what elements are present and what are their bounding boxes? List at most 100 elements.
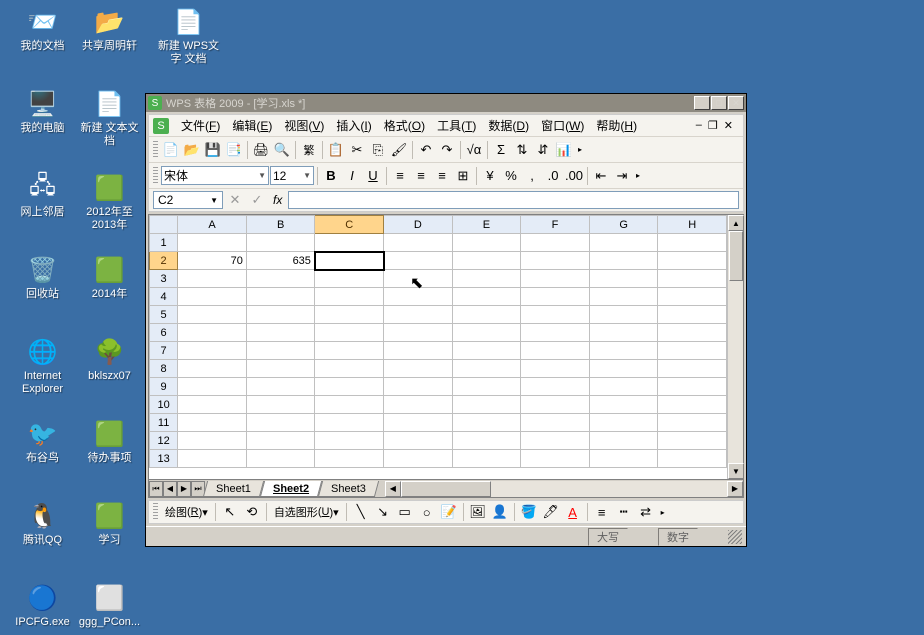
cell-A5[interactable] (178, 306, 247, 324)
cancel-formula-icon[interactable]: ✕ (225, 190, 245, 210)
cell-H13[interactable] (658, 450, 727, 468)
align-left-icon[interactable]: ≡ (390, 166, 410, 186)
col-header-H[interactable]: H (658, 216, 727, 234)
cell-H8[interactable] (658, 360, 727, 378)
cell-A8[interactable] (178, 360, 247, 378)
increase-decimal-icon[interactable]: .0 (543, 166, 563, 186)
cell-B3[interactable] (246, 270, 315, 288)
cell-A3[interactable] (178, 270, 247, 288)
cell-H5[interactable] (658, 306, 727, 324)
cell-E6[interactable] (452, 324, 521, 342)
tab-next-button[interactable]: ▶ (177, 481, 191, 497)
desktop-icon-15[interactable]: 🔵 IPCFG.exe (10, 582, 75, 629)
desktop-icon-10[interactable]: 🌳 bklszx07 (77, 336, 142, 383)
formula-icon[interactable]: √α (464, 140, 484, 160)
col-header-G[interactable]: G (589, 216, 658, 234)
desktop-icon-3[interactable]: 🖥️ 我的电脑 (10, 88, 75, 135)
row-header-10[interactable]: 10 (150, 396, 178, 414)
row-header-9[interactable]: 9 (150, 378, 178, 396)
cell-A1[interactable] (178, 234, 247, 252)
cell-A13[interactable] (178, 450, 247, 468)
select-objects-icon[interactable]: ↖ (220, 502, 240, 522)
autosum-icon[interactable]: Σ (491, 140, 511, 160)
resize-grip[interactable] (728, 530, 742, 544)
cell-E1[interactable] (452, 234, 521, 252)
new-icon[interactable]: 📄 (161, 140, 181, 160)
line-icon[interactable]: ╲ (351, 502, 371, 522)
menu-e[interactable]: 编辑(E) (226, 115, 278, 136)
cell-D11[interactable] (384, 414, 453, 432)
cell-H3[interactable] (658, 270, 727, 288)
desktop-icon-0[interactable]: 📨 我的文档 (10, 6, 75, 53)
font-color-icon[interactable]: A (563, 502, 583, 522)
line-style-icon[interactable]: ≡ (592, 502, 612, 522)
col-header-E[interactable]: E (452, 216, 521, 234)
textbox-icon[interactable]: 📝 (439, 502, 459, 522)
cell-G8[interactable] (589, 360, 658, 378)
desktop-icon-6[interactable]: 🟩 2012年至2013年 (77, 172, 142, 232)
cell-F12[interactable] (521, 432, 590, 450)
draw-menu-button[interactable]: 绘图(R)▾ (162, 502, 211, 522)
print-preview-icon[interactable]: 🔍 (272, 140, 292, 160)
arrow-style-icon[interactable]: ⇄ (636, 502, 656, 522)
cell-D7[interactable] (384, 342, 453, 360)
cell-G11[interactable] (589, 414, 658, 432)
bold-icon[interactable]: B (321, 166, 341, 186)
hscroll-thumb[interactable] (401, 481, 491, 497)
cell-H7[interactable] (658, 342, 727, 360)
cell-A9[interactable] (178, 378, 247, 396)
desktop-icon-7[interactable]: 🗑️ 回收站 (10, 254, 75, 301)
cell-H11[interactable] (658, 414, 727, 432)
cell-D10[interactable] (384, 396, 453, 414)
desktop-icon-14[interactable]: 🟩 学习 (77, 500, 142, 547)
cell-G9[interactable] (589, 378, 658, 396)
cell-G10[interactable] (589, 396, 658, 414)
cell-D5[interactable] (384, 306, 453, 324)
cell-H1[interactable] (658, 234, 727, 252)
row-header-5[interactable]: 5 (150, 306, 178, 324)
font-size-combo[interactable]: 12▼ (270, 166, 314, 185)
cell-H10[interactable] (658, 396, 727, 414)
decrease-indent-icon[interactable]: ⇤ (591, 166, 611, 186)
cell-D1[interactable] (384, 234, 453, 252)
cell-E7[interactable] (452, 342, 521, 360)
decrease-decimal-icon[interactable]: .00 (564, 166, 584, 186)
minimize-button[interactable]: _ (694, 96, 710, 110)
cell-A10[interactable] (178, 396, 247, 414)
cell-E11[interactable] (452, 414, 521, 432)
redo-icon[interactable]: ↷ (437, 140, 457, 160)
sheet-tab-sheet2[interactable]: Sheet2 (260, 481, 322, 497)
spreadsheet-grid[interactable]: ABCDEFGH1270635345678910111213 (149, 215, 727, 479)
undo-icon[interactable]: ↶ (416, 140, 436, 160)
cell-B13[interactable] (246, 450, 315, 468)
col-header-B[interactable]: B (246, 216, 315, 234)
cut-icon[interactable]: ✂ (347, 140, 367, 160)
export-pdf-icon[interactable]: 📑 (224, 140, 244, 160)
cell-C1[interactable] (315, 234, 384, 252)
fill-color-icon[interactable]: 🪣 (519, 502, 539, 522)
menu-f[interactable]: 文件(F) (175, 115, 226, 136)
doc-close-button[interactable]: ✕ (722, 119, 735, 132)
toolbar-overflow[interactable]: ▸ (575, 140, 585, 160)
menu-h[interactable]: 帮助(H) (590, 115, 643, 136)
cell-G4[interactable] (589, 288, 658, 306)
scroll-right-button[interactable]: ▶ (727, 481, 743, 497)
line-color-icon[interactable]: 🖊 (541, 502, 561, 522)
desktop-icon-13[interactable]: 🐧 腾讯QQ (10, 500, 75, 547)
row-header-2[interactable]: 2 (150, 252, 178, 270)
row-header-11[interactable]: 11 (150, 414, 178, 432)
cell-F6[interactable] (521, 324, 590, 342)
scroll-left-button[interactable]: ◀ (385, 481, 401, 497)
toolbar-grip[interactable] (153, 167, 158, 185)
col-header-D[interactable]: D (384, 216, 453, 234)
menu-v[interactable]: 视图(V) (278, 115, 330, 136)
row-header-1[interactable]: 1 (150, 234, 178, 252)
tab-first-button[interactable]: ⏮ (149, 481, 163, 497)
cell-D13[interactable] (384, 450, 453, 468)
cell-A11[interactable] (178, 414, 247, 432)
accept-formula-icon[interactable]: ✓ (247, 190, 267, 210)
sheet-tab-sheet1[interactable]: Sheet1 (203, 481, 264, 497)
toolbar-grip[interactable] (153, 503, 158, 521)
menu-d[interactable]: 数据(D) (482, 115, 535, 136)
row-header-12[interactable]: 12 (150, 432, 178, 450)
